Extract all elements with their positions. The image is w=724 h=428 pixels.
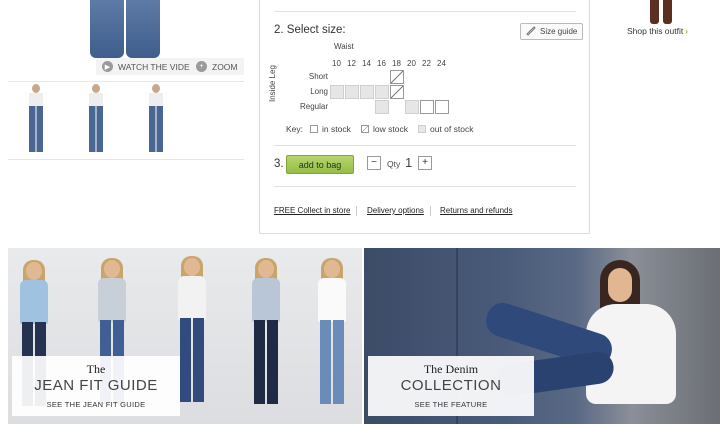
key-out-of-stock: out of stock	[418, 124, 473, 134]
key-out-swatch	[418, 125, 426, 133]
watch-video-label: WATCH THE VIDEO	[118, 61, 197, 72]
waist-size-header: 22	[422, 59, 431, 68]
qty-increase-button[interactable]: +	[418, 156, 432, 170]
waist-size-header: 24	[437, 59, 446, 68]
size-option-out	[405, 100, 419, 114]
product-thumbnail[interactable]	[128, 84, 184, 158]
divider	[8, 159, 244, 160]
jean-leg-left	[90, 0, 124, 58]
see-feature-link[interactable]: SEE THE FEATURE	[368, 400, 534, 409]
divider	[274, 186, 576, 187]
step-3-label: 3.	[274, 158, 284, 170]
qty-value[interactable]: 1	[405, 155, 412, 170]
size-guide-button[interactable]: Size guide	[520, 23, 584, 40]
size-option-out	[330, 85, 344, 99]
key-in-stock-swatch	[310, 125, 318, 133]
leg-length-label: Regular	[299, 102, 328, 111]
waist-size-header: 18	[392, 59, 401, 68]
waist-size-header: 14	[362, 59, 371, 68]
jean-fit-guide-banner[interactable]: The JEAN FIT GUIDE SEE THE JEAN FIT GUID…	[8, 248, 362, 424]
purchase-panel: 2. Select size: Size guide Waist Inside …	[259, 0, 590, 234]
size-option-out	[375, 85, 389, 99]
denim-caption: The Denim COLLECTION SEE THE FEATURE	[368, 356, 534, 416]
leg-length-label: Long	[310, 87, 328, 96]
size-option-out	[375, 100, 389, 114]
key-in-stock: in stock	[310, 124, 351, 134]
divider	[274, 11, 576, 12]
delivery-options-link[interactable]: Delivery options	[367, 206, 424, 215]
size-option-in[interactable]	[435, 100, 449, 114]
see-jean-fit-guide-link[interactable]: SEE THE JEAN FIT GUIDE	[12, 400, 180, 409]
size-option-low[interactable]	[390, 85, 404, 99]
play-icon: ▶	[102, 61, 113, 72]
size-option-out	[360, 85, 374, 99]
product-main-image[interactable]	[84, 0, 164, 58]
size-option-in[interactable]	[420, 100, 434, 114]
size-option-low[interactable]	[390, 70, 404, 84]
denim-collection-banner[interactable]: The Denim COLLECTION SEE THE FEATURE	[364, 248, 720, 424]
zoom-button[interactable]: + ZOOM	[190, 58, 244, 75]
model-face	[608, 268, 632, 302]
waist-label: Waist	[334, 42, 354, 51]
inside-leg-label: Inside Leg	[268, 65, 277, 102]
waist-size-header: 20	[407, 59, 416, 68]
key-low-stock-swatch	[361, 125, 369, 133]
shop-this-outfit-link[interactable]: Shop this outfit ›	[627, 26, 688, 36]
watch-video-button[interactable]: ▶ WATCH THE VIDEO	[96, 58, 203, 75]
returns-refunds-link[interactable]: Returns and refunds	[440, 206, 513, 215]
collect-in-store-link[interactable]: FREE Collect in store	[274, 206, 350, 215]
leg-length-label: Short	[308, 72, 328, 81]
divider	[8, 81, 244, 82]
ruler-icon	[526, 25, 536, 38]
zoom-label: ZOOM	[212, 61, 238, 72]
chevron-right-icon: ›	[685, 26, 689, 36]
outfit-boots-image[interactable]	[649, 0, 675, 25]
waist-size-header: 12	[347, 59, 356, 68]
product-thumbnail[interactable]	[68, 84, 124, 158]
qty-label: Qty	[387, 159, 401, 169]
fit-guide-caption: The JEAN FIT GUIDE SEE THE JEAN FIT GUID…	[12, 356, 180, 416]
size-guide-label: Size guide	[540, 27, 578, 36]
jean-leg-right	[126, 0, 160, 58]
product-thumbnail[interactable]	[8, 84, 64, 158]
add-to-bag-button[interactable]: add to bag	[286, 155, 354, 174]
waist-size-header: 16	[377, 59, 386, 68]
select-size-title: 2. Select size:	[274, 24, 346, 36]
waist-size-header: 10	[332, 59, 341, 68]
key-low-stock: low stock	[361, 124, 408, 134]
zoom-plus-icon: +	[196, 61, 207, 72]
divider	[274, 145, 576, 146]
qty-decrease-button[interactable]: −	[367, 156, 381, 170]
key-label: Key:	[286, 124, 304, 134]
size-option-out	[345, 85, 359, 99]
